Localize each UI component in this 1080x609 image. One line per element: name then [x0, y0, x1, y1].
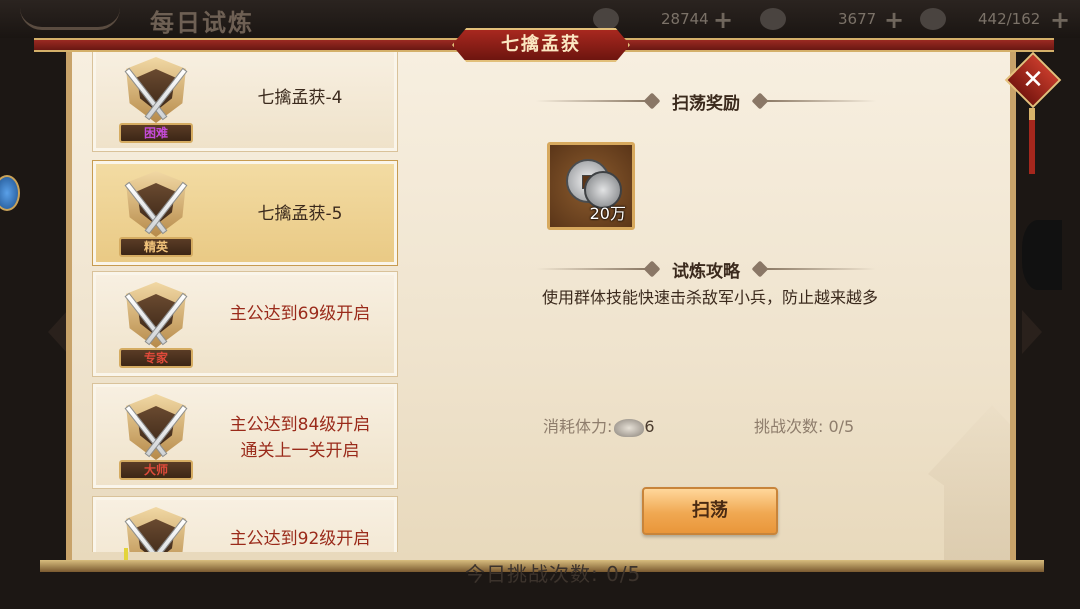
right-arrow-icon [1022, 310, 1042, 354]
difficulty-emblem-icon: 专家 [113, 278, 199, 372]
background-pavilion [928, 405, 1010, 560]
panel-title: 七擒孟获 [501, 34, 581, 55]
unlock-requirement: 主公达到84级开启 [229, 415, 371, 435]
challenge-count: 挑战次数: 0/5 [754, 417, 855, 436]
difficulty-tag: 专家 [119, 348, 193, 368]
unlock-requirement-2: 通关上一关开启 [240, 441, 360, 461]
difficulty-tag: 困难 [119, 123, 193, 143]
panel-title-plate: 七擒孟获 [452, 28, 630, 62]
side-disc-icon [1022, 220, 1062, 290]
unlock-requirement: 主公达到92级开启 [229, 529, 371, 549]
stage-list[interactable]: 困难 七擒孟获-4 精英 七擒孟获-5 专家 主公达到69级开启 大师 主公达到… [90, 52, 402, 552]
stage-item-hard[interactable]: 困难 七擒孟获-4 [92, 52, 398, 152]
stamina-resource: 442/162 + [920, 6, 1080, 34]
stamina-stone-icon [614, 418, 645, 437]
reward-section-header: 扫荡奖励 [536, 89, 876, 114]
close-icon: ✕ [1022, 65, 1044, 95]
ingot-icon [760, 8, 786, 30]
coin-resource: 28744 + [593, 6, 743, 34]
stamina-cost-value: 6 [644, 417, 655, 436]
ingot-resource: 3677 + [760, 6, 910, 34]
reward-amount: 20万 [589, 204, 626, 223]
stage-item-elite[interactable]: 精英 七擒孟获-5 [92, 160, 398, 266]
stage-item-master[interactable]: 大师 主公达到84级开启 通关上一关开启 [92, 383, 398, 489]
add-ingot-button[interactable]: + [884, 6, 904, 34]
coin-value: 28744 [661, 10, 709, 28]
ingot-value: 3677 [838, 10, 877, 28]
coin-icon [593, 8, 619, 30]
difficulty-emblem-icon: 大师 [113, 390, 199, 484]
stage-name: 七擒孟获-5 [257, 204, 343, 224]
difficulty-tag: 大师 [119, 460, 193, 480]
unlock-requirement: 主公达到69级开启 [229, 304, 371, 324]
stamina-value: 442/162 [978, 10, 1041, 28]
tassel-ornament [1029, 108, 1035, 174]
stage-item-expert[interactable]: 专家 主公达到69级开启 [92, 271, 398, 377]
left-arrow-icon [48, 310, 68, 354]
top-bar-ornament [20, 8, 120, 30]
screen-title: 每日试炼 [150, 8, 254, 37]
add-coin-button[interactable]: + [713, 6, 733, 34]
stamina-stone-icon [920, 8, 946, 30]
sweep-button[interactable]: 扫荡 [642, 487, 778, 535]
daily-tries-background-text: 今日挑战次数: 0/5 [465, 562, 642, 586]
reward-item-silver[interactable]: 20万 [547, 142, 635, 230]
stamina-cost: 消耗体力: 6 [543, 413, 655, 437]
difficulty-emblem-icon [113, 503, 199, 552]
difficulty-emblem-icon: 困难 [113, 53, 199, 147]
difficulty-emblem-icon: 精英 [113, 167, 199, 261]
side-shortcut-icon[interactable] [0, 175, 20, 211]
add-stamina-button[interactable]: + [1050, 6, 1070, 34]
stage-item-next[interactable]: 主公达到92级开启 [92, 496, 398, 552]
difficulty-tag: 精英 [119, 237, 193, 257]
stamina-cost-label: 消耗体力: [543, 417, 613, 436]
strategy-section-header: 试炼攻略 [536, 257, 876, 282]
strategy-text: 使用群体技能快速击杀敌军小兵，防止越来越多 [541, 288, 878, 307]
stage-name: 七擒孟获-4 [257, 88, 343, 108]
list-scroll-indicator [124, 548, 128, 560]
